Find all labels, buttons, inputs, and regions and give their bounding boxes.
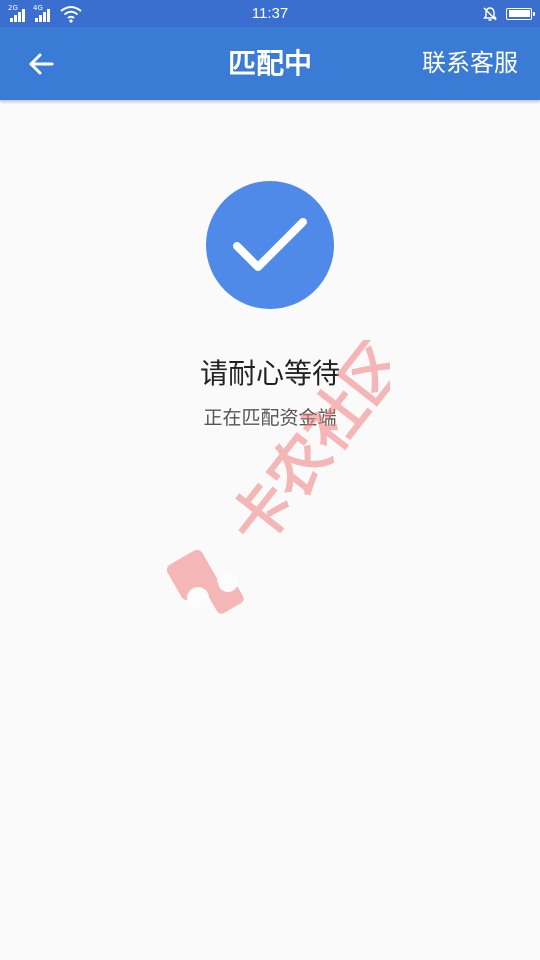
status-right: [482, 4, 535, 23]
bell-muted-icon: [483, 6, 497, 21]
check-circle-icon: [206, 181, 334, 309]
page-title: 匹配中: [227, 47, 312, 80]
back-button[interactable]: [20, 43, 62, 85]
battery-fill: [508, 10, 530, 17]
status-time: 11:37: [251, 5, 289, 22]
battery-icon: [506, 7, 535, 20]
arrow-left-icon: [29, 53, 54, 75]
wait-title: 请耐心等待: [199, 357, 340, 390]
app-bar: 匹配中 联系客服: [0, 27, 540, 100]
checkmark-icon: [233, 218, 307, 271]
kanong-logo-icon: [166, 549, 244, 614]
wait-subtitle: 正在匹配资金端: [203, 407, 337, 429]
status-bar: 2G 4G 11:37: [0, 0, 540, 27]
contact-support-button[interactable]: 联系客服: [422, 27, 518, 100]
